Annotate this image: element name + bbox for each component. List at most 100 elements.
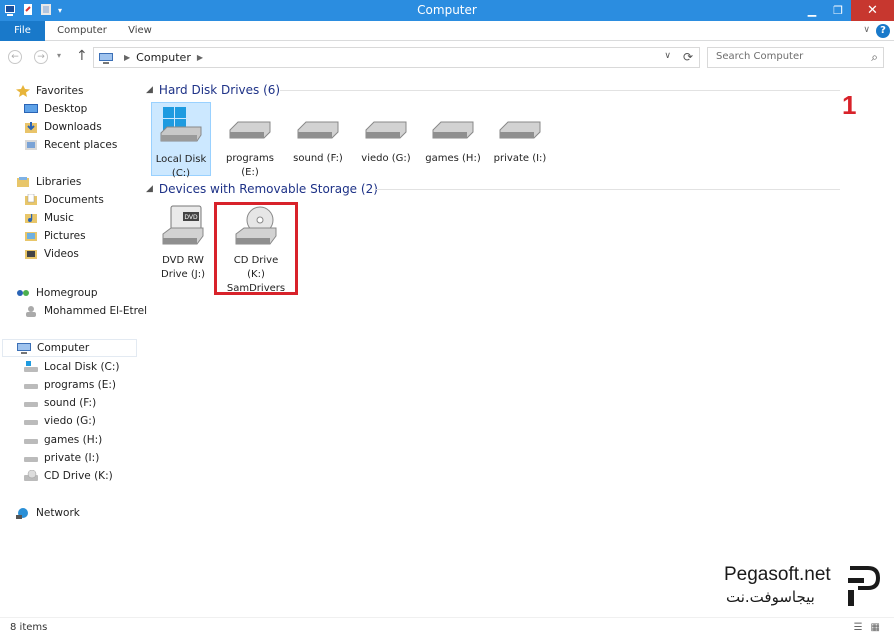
minimize-button[interactable]: ▁ [799, 0, 825, 21]
drive-letter: (C:) [171, 168, 191, 179]
title-bar: ▾ Computer ▁ ❐ ✕ [0, 0, 894, 21]
system-drive-icon [160, 107, 202, 142]
tab-computer[interactable]: Computer [52, 21, 112, 41]
group-hard-disk-drives[interactable]: ◢ Hard Disk Drives (6) [146, 81, 846, 99]
tab-view[interactable]: View [120, 21, 160, 41]
recent-places-icon [25, 140, 37, 150]
window-controls: ▁ ❐ ✕ [799, 0, 894, 21]
nav-drive-label: private (I:) [44, 452, 100, 464]
nav-drive-label: Local Disk (C:) [44, 361, 120, 373]
nav-downloads-label: Downloads [44, 121, 102, 133]
large-icons-view-icon[interactable]: ▦ [871, 622, 880, 633]
navigation-pane: Favorites Desktop Downloads Recent place… [0, 72, 147, 617]
nav-drive-h[interactable]: games (H:) [24, 431, 102, 449]
search-icon[interactable]: ⌕ [871, 50, 878, 65]
search-placeholder: Search Computer [716, 51, 804, 62]
nav-drive-f[interactable]: sound (F:) [24, 394, 96, 412]
nav-recent-places-label: Recent places [44, 139, 118, 151]
search-input[interactable]: Search Computer ⌕ [707, 47, 884, 68]
breadcrumb-separator-icon[interactable]: ▶ [124, 53, 130, 62]
drive-label: DVD RW [162, 255, 204, 266]
nav-drive-i[interactable]: private (I:) [24, 449, 99, 467]
item-count: 8 items [10, 622, 48, 633]
hard-drive-icon [365, 121, 407, 139]
nav-drive-label: games (H:) [44, 434, 103, 446]
drive-tile-g[interactable]: viedo (G:) [356, 110, 416, 165]
hard-drive-icon [297, 121, 339, 139]
homegroup-icon [17, 290, 29, 296]
nav-recent-places[interactable]: Recent places [24, 136, 117, 154]
group-header-label: Hard Disk Drives (6) [158, 83, 281, 97]
nav-drive-g[interactable]: viedo (G:) [24, 412, 96, 430]
nav-homegroup-label: Homegroup [36, 287, 98, 299]
back-button[interactable]: ← [8, 50, 22, 64]
nav-drive-e[interactable]: programs (E:) [24, 376, 116, 394]
nav-music[interactable]: Music [24, 209, 74, 227]
nav-drive-label: programs (E:) [44, 379, 116, 391]
drive-tile-c[interactable]: Local Disk (C:) [151, 102, 211, 179]
nav-downloads[interactable]: Downloads [24, 118, 102, 136]
cd-drive-icon [24, 470, 38, 481]
forward-button[interactable]: → [34, 50, 48, 64]
recent-locations-icon[interactable]: ▾ [57, 51, 61, 60]
breadcrumb-computer[interactable]: Computer [136, 51, 191, 64]
drive-label: games (H:) [425, 153, 481, 164]
group-divider [280, 90, 840, 91]
restore-button[interactable]: ❐ [825, 0, 851, 21]
nav-pictures-label: Pictures [44, 230, 86, 242]
address-dropdown-icon[interactable]: ∨ [664, 51, 671, 61]
nav-videos[interactable]: Videos [24, 245, 79, 263]
nav-computer[interactable]: Computer [2, 339, 137, 357]
refresh-icon[interactable]: ⟳ [683, 50, 693, 64]
help-icon[interactable]: ? [876, 24, 890, 38]
drive-letter: (E:) [241, 167, 259, 178]
drive-tile-f[interactable]: sound (F:) [288, 110, 348, 165]
hard-drive-icon [24, 420, 38, 425]
tab-file[interactable]: File [0, 21, 45, 41]
close-button[interactable]: ✕ [851, 0, 894, 21]
breadcrumb-separator-icon[interactable]: ▶ [197, 53, 203, 62]
expand-ribbon-icon[interactable]: ∨ [863, 25, 870, 35]
nav-homegroup[interactable]: Homegroup [16, 284, 98, 302]
address-bar[interactable]: ▶ Computer ▶ ∨ ⟳ [93, 47, 700, 68]
hard-drive-icon [24, 384, 38, 389]
nav-drive-c[interactable]: Local Disk (C:) [24, 358, 120, 376]
drive-label: programs [226, 153, 274, 164]
drive-tile-j[interactable]: DVD DVD RW Drive (J:) [153, 204, 213, 281]
hard-drive-icon [432, 121, 474, 139]
hard-drive-icon [499, 121, 541, 139]
watermark: Pegasoft.net بيجاسوفت.نت [724, 562, 884, 610]
drive-tile-e[interactable]: programs (E:) [220, 110, 280, 179]
drive-label: sound (F:) [293, 153, 343, 164]
nav-favorites[interactable]: Favorites [16, 82, 83, 100]
nav-libraries[interactable]: Libraries [16, 173, 81, 191]
collapse-group-icon[interactable]: ◢ [146, 184, 153, 194]
details-view-icon[interactable]: ☰ [854, 622, 863, 633]
nav-drive-k[interactable]: CD Drive (K:) [24, 467, 113, 485]
nav-desktop[interactable]: Desktop [24, 100, 87, 118]
computer-icon [99, 52, 113, 64]
nav-documents[interactable]: Documents [24, 191, 104, 209]
status-bar: 8 items ☰ ▦ [0, 617, 894, 637]
content-pane: ◢ Hard Disk Drives (6) 1 Local Disk (C:)… [140, 72, 894, 617]
address-row: ← → ▾ ↑ ▶ Computer ▶ ∨ ⟳ Search Computer… [0, 42, 894, 72]
watermark-arabic: بيجاسوفت.نت [726, 588, 815, 606]
nav-documents-label: Documents [44, 194, 104, 206]
computer-icon [17, 343, 31, 354]
videos-icon [25, 250, 37, 259]
drive-tile-i[interactable]: private (I:) [490, 110, 550, 165]
up-button[interactable]: ↑ [76, 48, 88, 64]
nav-drive-label: sound (F:) [44, 397, 97, 409]
hard-drive-icon [24, 402, 38, 407]
nav-music-label: Music [44, 212, 74, 224]
system-drive-icon [24, 361, 38, 372]
collapse-group-icon[interactable]: ◢ [146, 85, 153, 95]
group-removable-storage[interactable]: ◢ Devices with Removable Storage (2) [146, 180, 846, 198]
nav-network[interactable]: Network [16, 504, 80, 522]
nav-videos-label: Videos [44, 248, 79, 260]
hard-drive-icon [24, 439, 38, 444]
drive-tile-h[interactable]: games (H:) [423, 110, 483, 165]
nav-pictures[interactable]: Pictures [24, 227, 86, 245]
nav-homegroup-user[interactable]: Mohammed El-Etrel [24, 302, 147, 320]
nav-user-label: Mohammed El-Etrel [44, 305, 148, 317]
